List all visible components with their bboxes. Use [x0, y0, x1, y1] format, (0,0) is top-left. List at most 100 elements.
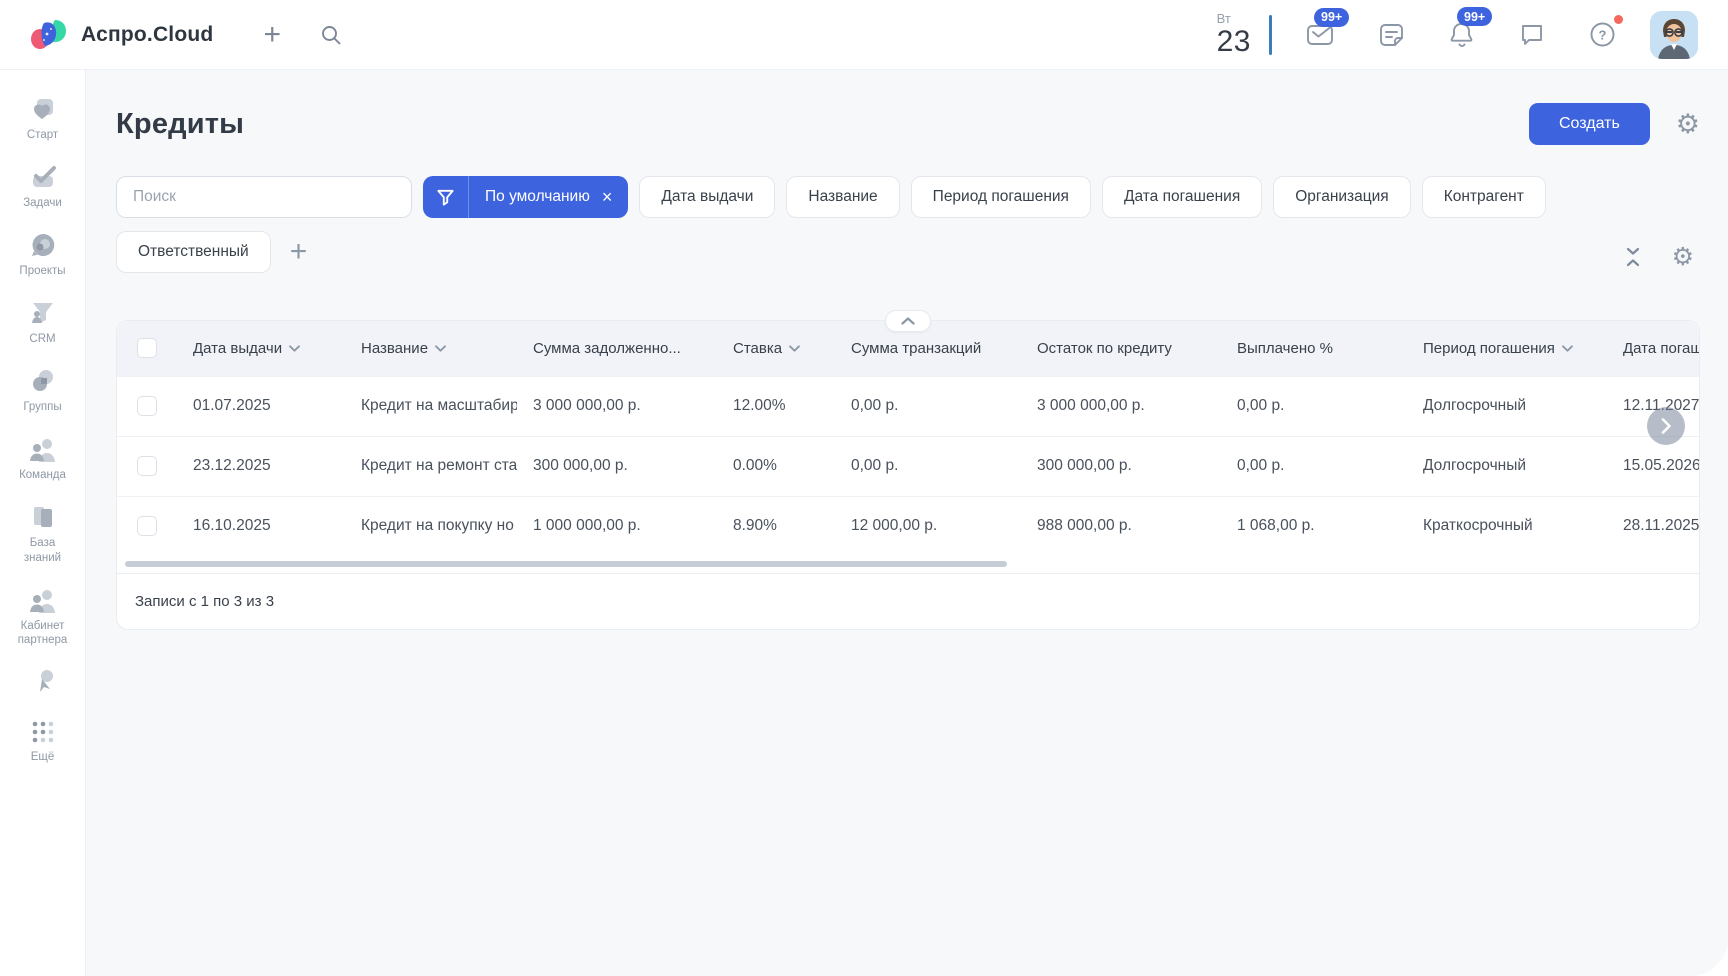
sidebar-item-tasks[interactable]: Задачи	[0, 164, 85, 211]
tasks-icon	[30, 164, 56, 190]
table-cell: Долгосрочный	[1407, 376, 1607, 436]
sidebar-item-knowledge-base[interactable]: База знаний	[0, 504, 85, 566]
sidebar-item-extra-app[interactable]	[0, 669, 85, 699]
collapse-filters-button[interactable]	[1620, 243, 1646, 271]
global-search-button[interactable]	[315, 19, 347, 51]
col-header-paid-percent[interactable]: Выплачено %	[1221, 321, 1407, 376]
sidebar-item-crm[interactable]: CRM	[0, 300, 85, 347]
table-cell: 16.10.2025	[177, 496, 345, 556]
table-cell: 3 000 000,00 р.	[517, 376, 717, 436]
table-cell: Кредит на покупку но	[345, 496, 517, 556]
sort-chevron-icon	[1562, 345, 1573, 352]
col-header-repayment-date[interactable]: Дата погашения	[1607, 321, 1699, 376]
col-header-loan-balance[interactable]: Остаток по кредиту	[1021, 321, 1221, 376]
app-name: Аспро.Cloud	[81, 23, 213, 47]
table-cell: 300 000,00 р.	[517, 436, 717, 496]
table-cell: 8.90%	[717, 496, 835, 556]
note-icon	[1378, 22, 1405, 48]
sidebar-item-more[interactable]: Ещё	[0, 720, 85, 765]
col-header-issue-date[interactable]: Дата выдачи	[177, 321, 345, 376]
remove-filter-icon[interactable]: ×	[600, 188, 629, 206]
col-header-debt-amount[interactable]: Сумма задолженно...	[517, 321, 717, 376]
help-button[interactable]: ?	[1585, 17, 1620, 52]
search-input[interactable]	[116, 176, 412, 218]
table-row[interactable]: 23.12.2025Кредит на ремонт ста300 000,00…	[117, 436, 1699, 496]
row-checkbox[interactable]	[137, 516, 157, 536]
table-cell: Краткосрочный	[1407, 496, 1607, 556]
col-header-rate[interactable]: Ставка	[717, 321, 835, 376]
filter-button-responsible[interactable]: Ответственный	[116, 231, 271, 273]
app-brand[interactable]: Аспро.Cloud	[30, 18, 213, 52]
sidebar-item-start[interactable]: Старт	[0, 96, 85, 143]
sort-chevron-icon	[789, 345, 800, 352]
col-header-name[interactable]: Название	[345, 321, 517, 376]
table-cell: 15.05.2026	[1607, 436, 1699, 496]
col-header-repayment-period[interactable]: Период погашения	[1407, 321, 1607, 376]
sort-chevron-icon	[289, 345, 300, 352]
sidebar-item-partner-cabinet[interactable]: Кабинет партнера	[0, 587, 85, 649]
filter-button-repayment-period[interactable]: Период погашения	[911, 176, 1091, 218]
create-button[interactable]: Создать	[1529, 103, 1650, 145]
table-cell: 01.07.2025	[177, 376, 345, 436]
filters-settings-gear-icon[interactable]: ⚙	[1672, 245, 1694, 270]
table-cell: 300 000,00 р.	[1021, 436, 1221, 496]
table-cell: 23.12.2025	[177, 436, 345, 496]
projects-icon	[30, 232, 56, 258]
page-settings-gear-icon[interactable]: ⚙	[1676, 111, 1700, 138]
filter-button-issue-date[interactable]: Дата выдачи	[639, 176, 775, 218]
sidebar: Старт Задачи Проекты CRM Группы	[0, 70, 86, 976]
col-header-transactions-amount[interactable]: Сумма транзакций	[835, 321, 1021, 376]
notifications-button[interactable]: 99+	[1445, 17, 1479, 52]
chat-button[interactable]	[1515, 18, 1549, 52]
scroll-right-button[interactable]	[1647, 407, 1685, 445]
sort-chevron-icon	[435, 345, 446, 352]
main-content: Кредиты Создать ⚙ По умолчанию × Дата вы…	[86, 70, 1728, 976]
table-cell: Кредит на ремонт ста	[345, 436, 517, 496]
row-checkbox[interactable]	[137, 456, 157, 476]
calendar-date[interactable]: Вт 23	[1217, 12, 1251, 57]
filter-funnel-icon[interactable]	[423, 176, 469, 218]
filters-panel: По умолчанию × Дата выдачи Название Пери…	[116, 176, 1700, 273]
table-row[interactable]: 01.07.2025Кредит на масштабир3 000 000,0…	[117, 376, 1699, 436]
loans-table: Дата выдачи Название Сумма задолженно...…	[117, 321, 1699, 556]
notes-button[interactable]	[1374, 18, 1409, 52]
start-icon	[30, 96, 56, 122]
table-cell: 0,00 р.	[835, 376, 1021, 436]
collapse-table-button[interactable]	[885, 310, 931, 332]
app-logo-icon	[30, 18, 68, 52]
table-cell: 3 000 000,00 р.	[1021, 376, 1221, 436]
active-filter-label: По умолчанию	[469, 188, 600, 206]
table-cell: 12.00%	[717, 376, 835, 436]
global-add-button[interactable]: +	[259, 16, 285, 54]
chevron-up-icon	[901, 317, 915, 325]
table-cell: Долгосрочный	[1407, 436, 1607, 496]
sidebar-item-groups[interactable]: Группы	[0, 368, 85, 415]
sidebar-item-projects[interactable]: Проекты	[0, 232, 85, 279]
collapse-vertical-icon	[1624, 247, 1642, 267]
add-filter-button[interactable]: +	[290, 237, 308, 267]
table-body: 01.07.2025Кредит на масштабир3 000 000,0…	[117, 376, 1699, 556]
filter-button-name[interactable]: Название	[786, 176, 899, 218]
team-icon	[29, 436, 57, 462]
horizontal-scrollbar[interactable]	[125, 561, 1007, 567]
more-grid-icon	[31, 720, 55, 744]
help-alert-dot	[1614, 15, 1623, 24]
date-day: 23	[1217, 25, 1251, 58]
filter-button-counterparty[interactable]: Контрагент	[1422, 176, 1546, 218]
sidebar-item-team[interactable]: Команда	[0, 436, 85, 483]
mail-button[interactable]: 99+	[1302, 18, 1338, 52]
table-row[interactable]: 16.10.2025Кредит на покупку но1 000 000,…	[117, 496, 1699, 556]
table-cell: 1 068,00 р.	[1221, 496, 1407, 556]
row-checkbox[interactable]	[137, 396, 157, 416]
filter-button-repayment-date[interactable]: Дата погашения	[1102, 176, 1262, 218]
notifications-badge: 99+	[1457, 7, 1492, 26]
select-all-checkbox[interactable]	[137, 338, 157, 358]
app-window: Аспро.Cloud + Вт 23	[0, 0, 1728, 976]
avatar[interactable]	[1650, 11, 1698, 59]
table-cell: 0,00 р.	[1221, 376, 1407, 436]
table-cell: 0.00%	[717, 436, 835, 496]
filter-button-organization[interactable]: Организация	[1273, 176, 1410, 218]
active-filter-chip[interactable]: По умолчанию ×	[423, 176, 628, 218]
search-icon	[319, 23, 343, 47]
table-cell: 28.11.2025	[1607, 496, 1699, 556]
